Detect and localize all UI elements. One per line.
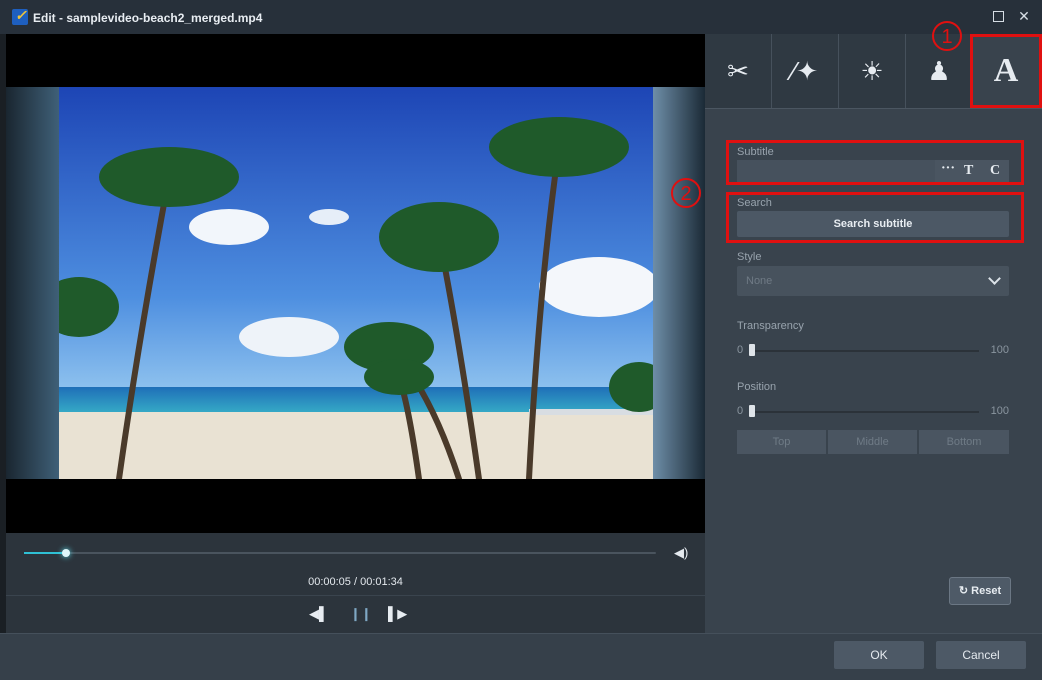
position-track[interactable]: [749, 411, 979, 413]
ok-button[interactable]: OK: [834, 641, 924, 669]
style-selected-value: None: [746, 275, 773, 287]
transparency-min: 0: [737, 344, 744, 356]
edit-dialog: ✓ Edit - samplevideo-beach2_merged.mp4 ✕: [0, 0, 1042, 680]
seek-thumb[interactable]: [61, 549, 70, 557]
style-dropdown[interactable]: None: [737, 266, 1009, 296]
position-top-button[interactable]: Top: [737, 430, 826, 454]
edit-panel: ✂ ⁄✦ ☀ ♟ A Subtitle ··· T C Search Searc…: [705, 34, 1042, 633]
transparency-track[interactable]: [749, 350, 979, 352]
transparency-max: 100: [990, 344, 1009, 356]
transparency-handle[interactable]: [749, 344, 755, 356]
volume-icon[interactable]: ◀): [674, 545, 690, 561]
next-frame-icon[interactable]: ▌▶: [388, 606, 407, 622]
brightness-icon[interactable]: ☀: [839, 34, 906, 108]
position-middle-button[interactable]: Middle: [828, 430, 917, 454]
scissors-icon[interactable]: ✂: [705, 34, 772, 108]
reset-icon: ↻: [958, 585, 969, 597]
annotation-box-search: [726, 192, 1024, 243]
annotation-box-text-tool: [970, 34, 1042, 108]
annotation-box-subtitle: [726, 140, 1024, 185]
dialog-footer: OK Cancel: [0, 633, 1042, 680]
title-bar: ✓ Edit - samplevideo-beach2_merged.mp4 ✕: [0, 0, 1042, 34]
reset-button[interactable]: ↻ Reset: [949, 577, 1011, 605]
blur-fill-right: [653, 87, 705, 479]
maximize-icon[interactable]: [990, 8, 1006, 24]
close-icon[interactable]: ✕: [1016, 8, 1032, 24]
cancel-button[interactable]: Cancel: [936, 641, 1026, 669]
player-controls: ◀) 00:00:05 / 00:01:34 ◀▌ ❙❙ ▌▶: [6, 533, 705, 633]
annotation-marker-1: 1: [932, 21, 962, 51]
video-frame[interactable]: [59, 87, 653, 479]
position-label: Position: [737, 381, 777, 393]
annotation-marker-2: 2: [671, 178, 701, 208]
position-handle[interactable]: [749, 405, 755, 417]
window-title: Edit - samplevideo-beach2_merged.mp4: [33, 11, 263, 25]
seek-bar[interactable]: [24, 549, 656, 557]
app-logo-icon: ✓: [12, 7, 28, 25]
time-display: 00:00:05 / 00:01:34: [308, 576, 403, 588]
previous-frame-icon[interactable]: ◀▌: [309, 606, 328, 622]
position-slider[interactable]: 0 100: [737, 403, 1009, 419]
style-label: Style: [737, 251, 762, 263]
transparency-slider[interactable]: 0 100: [737, 342, 1009, 358]
playback-buttons: ◀▌ ❙❙ ▌▶: [6, 595, 705, 634]
position-bottom-button[interactable]: Bottom: [919, 430, 1009, 454]
position-buttons: Top Middle Bottom: [737, 430, 1009, 454]
reset-label: Reset: [971, 585, 1002, 597]
magic-wand-icon[interactable]: ⁄✦: [772, 34, 839, 108]
blur-fill-left: [6, 87, 59, 479]
chevron-down-icon: [988, 272, 1001, 285]
pause-icon[interactable]: ❙❙: [350, 606, 372, 622]
transparency-label: Transparency: [737, 320, 804, 332]
seek-bar-progress: [24, 552, 66, 554]
position-max: 100: [990, 405, 1009, 417]
position-min: 0: [737, 405, 744, 417]
